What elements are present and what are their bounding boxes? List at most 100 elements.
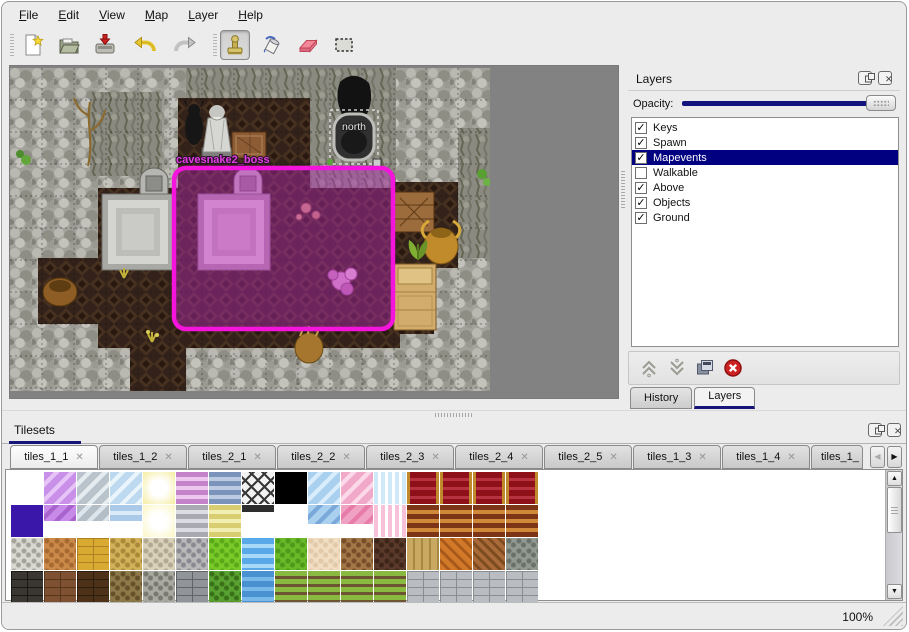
layer-row-above[interactable]: ✓Above (632, 180, 898, 195)
close-tab-icon[interactable]: ✕ (164, 452, 172, 463)
close-tab-icon[interactable]: ✕ (698, 452, 706, 463)
tileset-tile[interactable] (77, 505, 109, 521)
scroll-tabs-left-button[interactable]: ◀ (870, 446, 885, 468)
tileset-tile[interactable] (341, 505, 373, 524)
fill-tool-button[interactable] (257, 30, 287, 60)
region-selection-rect[interactable] (174, 168, 393, 329)
tileset-tile[interactable] (209, 505, 241, 537)
weapon-rack[interactable] (394, 192, 434, 232)
tileset-tile[interactable] (242, 538, 274, 570)
stamp-tool-button[interactable] (220, 30, 250, 60)
tileset-tile[interactable] (143, 538, 175, 570)
close-tab-icon[interactable]: ✕ (431, 452, 439, 463)
tileset-tile[interactable] (407, 505, 439, 537)
close-tab-icon[interactable]: ✕ (520, 452, 528, 463)
tileset-tile[interactable] (176, 472, 208, 504)
tileset-tile[interactable] (275, 472, 307, 504)
tileset-tile[interactable] (440, 538, 472, 570)
tileset-tab-tiles_1_[interactable]: tiles_1_✕ (811, 445, 863, 469)
tileset-tile[interactable] (44, 571, 76, 603)
tileset-tile[interactable] (110, 472, 142, 504)
tileset-tile[interactable] (242, 505, 274, 521)
menu-item-map[interactable]: Map (136, 6, 177, 24)
splitter-grip[interactable] (435, 413, 473, 417)
tileset-tile[interactable] (11, 571, 43, 603)
tileset-tile[interactable] (176, 538, 208, 570)
tileset-tile[interactable] (473, 472, 505, 504)
tileset-tile[interactable] (242, 472, 274, 504)
close-tab-icon[interactable]: ✕ (253, 452, 261, 463)
tileset-tile[interactable] (77, 571, 109, 603)
close-tab-icon[interactable]: ✕ (609, 452, 617, 463)
layer-row-mapevents[interactable]: ✓Mapevents (632, 150, 898, 165)
menu-item-file[interactable]: File (10, 6, 47, 24)
tileset-tile[interactable] (44, 505, 76, 521)
map-viewport[interactable]: north (9, 65, 619, 399)
tileset-tile[interactable] (473, 505, 505, 537)
tileset-tile[interactable] (407, 571, 439, 603)
tileset-tile[interactable] (110, 571, 142, 603)
layer-visibility-checkbox[interactable]: ✓ (635, 122, 647, 134)
close-tab-icon[interactable]: ✕ (75, 452, 83, 463)
toolbar-drag-handle[interactable] (213, 34, 217, 58)
tileset-tile[interactable] (209, 472, 241, 504)
menu-item-layer[interactable]: Layer (179, 6, 227, 24)
layer-row-objects[interactable]: ✓Objects (632, 195, 898, 210)
tab-layers[interactable]: Layers (694, 387, 755, 409)
close-tab-icon[interactable]: ✕ (787, 452, 795, 463)
tileset-tab-tiles_1_1[interactable]: tiles_1_1✕ (10, 445, 98, 469)
layer-row-walkable[interactable]: Walkable (632, 165, 898, 180)
tileset-tile[interactable] (308, 538, 340, 570)
tileset-tab-tiles_1_4[interactable]: tiles_1_4✕ (722, 445, 810, 469)
tileset-vertical-scrollbar[interactable]: ▲ ▼ (885, 470, 902, 600)
tileset-tab-tiles_2_2[interactable]: tiles_2_2✕ (277, 445, 365, 469)
wooden-crate[interactable] (394, 264, 436, 330)
tileset-tile[interactable] (11, 505, 43, 537)
tileset-tile[interactable] (275, 505, 307, 537)
tab-history[interactable]: History (630, 387, 692, 409)
tileset-tile[interactable] (110, 505, 142, 521)
layer-row-keys[interactable]: ✓Keys (632, 120, 898, 135)
tileset-tile[interactable] (407, 472, 439, 504)
tileset-tile[interactable] (275, 571, 307, 603)
lower-layer-button[interactable] (665, 357, 689, 381)
layer-visibility-checkbox[interactable]: ✓ (635, 182, 647, 194)
menu-item-edit[interactable]: Edit (49, 6, 88, 24)
tileset-tile[interactable] (11, 538, 43, 570)
scroll-tabs-right-button[interactable]: ▶ (887, 446, 902, 468)
map-canvas[interactable]: north (10, 68, 490, 391)
open-map-button[interactable] (54, 30, 84, 60)
tileset-tile[interactable] (341, 472, 373, 504)
tileset-tile[interactable] (143, 571, 175, 603)
tileset-tile[interactable] (143, 505, 175, 537)
tileset-tile[interactable] (11, 472, 43, 504)
close-panel-button[interactable]: ✕ (887, 423, 901, 437)
tileset-tile[interactable] (44, 538, 76, 570)
tileset-tile[interactable] (407, 538, 439, 570)
tileset-tile[interactable] (440, 505, 472, 537)
save-map-button[interactable] (90, 30, 120, 60)
tileset-tile[interactable] (506, 505, 538, 537)
opacity-slider-track[interactable] (682, 101, 894, 106)
tileset-view[interactable]: ▲ ▼ (5, 469, 903, 601)
undo-button[interactable] (130, 30, 160, 60)
layer-visibility-checkbox[interactable]: ✓ (635, 212, 647, 224)
scrollbar-thumb[interactable] (887, 487, 902, 533)
redo-button[interactable] (168, 30, 198, 60)
tileset-tile[interactable] (176, 505, 208, 537)
tileset-tile[interactable] (308, 472, 340, 504)
eraser-tool-button[interactable] (293, 30, 323, 60)
tileset-tab-tiles_2_4[interactable]: tiles_2_4✕ (455, 445, 543, 469)
tileset-tile[interactable] (440, 472, 472, 504)
delete-layer-button[interactable] (721, 357, 745, 381)
float-panel-button[interactable] (868, 423, 882, 437)
tileset-tile[interactable] (176, 571, 208, 603)
horizontal-splitter[interactable] (2, 410, 906, 418)
tileset-tile[interactable] (506, 538, 538, 570)
rect-select-tool-button[interactable] (329, 30, 359, 60)
tileset-tile[interactable] (275, 538, 307, 570)
splitter-grip[interactable] (621, 171, 625, 209)
tileset-tab-tiles_2_5[interactable]: tiles_2_5✕ (544, 445, 632, 469)
tileset-tab-tiles_2_1[interactable]: tiles_2_1✕ (188, 445, 276, 469)
float-panel-button[interactable] (858, 71, 872, 85)
